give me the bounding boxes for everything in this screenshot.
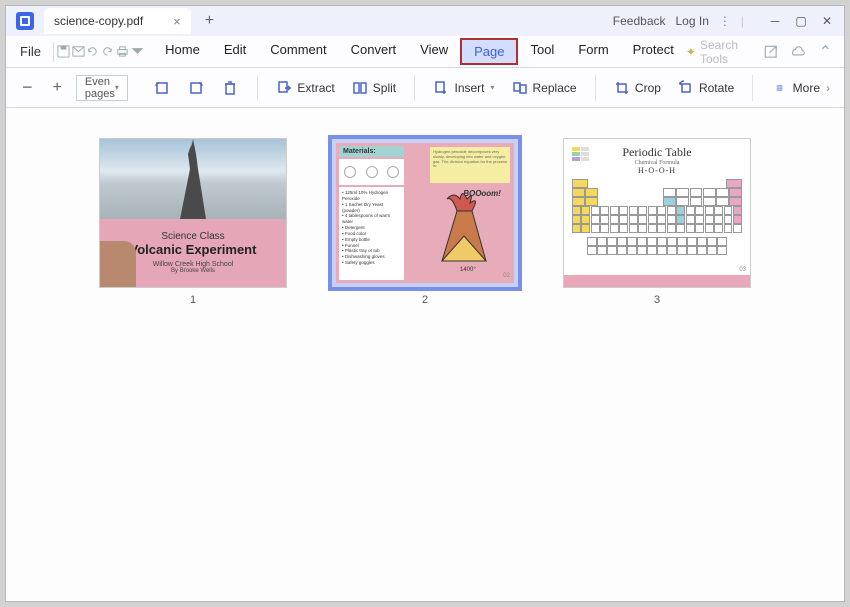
sticky-note: Hydrogen peroxide decomposes very slowly… <box>430 147 510 183</box>
page-thumbnail-2[interactable]: Materials: • 125ml 10% Hydrogen Peroxide… <box>331 138 519 288</box>
page1-author: By Brooke Wells <box>171 268 215 274</box>
rotate-button[interactable]: Rotate <box>673 77 738 99</box>
login-link[interactable]: Log In <box>676 14 709 28</box>
menu-convert[interactable]: Convert <box>339 38 409 65</box>
menu-tool[interactable]: Tool <box>518 38 566 65</box>
delete-page-button[interactable] <box>217 77 243 99</box>
insert-button[interactable]: Insert▾ <box>428 77 498 99</box>
page2-badge: 02 <box>503 273 510 279</box>
replace-button[interactable]: Replace <box>507 77 581 99</box>
collapse-icon[interactable]: ⌃ <box>817 41 834 63</box>
periodic-table-illustration <box>572 179 742 255</box>
tab-title: science-copy.pdf <box>54 14 143 28</box>
menubar: File ⏷ Home Edit Comment Convert View Pa… <box>6 36 844 68</box>
cloud-icon[interactable] <box>789 41 806 63</box>
feedback-link[interactable]: Feedback <box>613 14 666 28</box>
app-window: science-copy.pdf × + Feedback Log In ⋮ |… <box>5 5 845 602</box>
page-filter-dropdown[interactable]: Even pages ▾ <box>76 75 128 101</box>
page1-subtitle: Science Class <box>161 231 224 242</box>
redo-icon[interactable] <box>100 41 115 63</box>
kebab-menu-icon[interactable]: ⋮ <box>719 14 731 28</box>
menu-comment[interactable]: Comment <box>258 38 338 65</box>
menu-edit[interactable]: Edit <box>212 38 258 65</box>
svg-text:1400°: 1400° <box>460 267 476 273</box>
save-icon[interactable] <box>56 41 71 63</box>
extract-button[interactable]: Extract <box>271 77 338 99</box>
document-tab[interactable]: science-copy.pdf × <box>44 8 191 34</box>
dropdown-value: Even pages <box>85 76 115 100</box>
page-number-1: 1 <box>190 294 196 306</box>
more-icon: ≡ <box>771 79 789 97</box>
share-icon[interactable] <box>762 41 779 63</box>
chevron-down-icon: ▾ <box>491 83 495 92</box>
mail-icon[interactable] <box>71 41 86 63</box>
chevron-down-icon: ▾ <box>115 83 119 92</box>
menu-view[interactable]: View <box>408 38 460 65</box>
split-button[interactable]: Split <box>347 77 400 99</box>
page3-title: Periodic Table <box>622 145 691 160</box>
menu-protect[interactable]: Protect <box>621 38 686 65</box>
materials-label: Materials: <box>339 146 404 157</box>
menu-form[interactable]: Form <box>566 38 620 65</box>
menu-page[interactable]: Page <box>460 38 518 65</box>
page3-badge: 03 <box>739 267 746 273</box>
page-thumbnail-1[interactable]: Science Class Volcanic Experiment Willow… <box>99 138 287 288</box>
page3-formula: H-O-O-H <box>638 166 676 175</box>
thumbnail-area: Science Class Volcanic Experiment Willow… <box>6 108 844 601</box>
legend-icon <box>572 147 592 162</box>
zoom-out-button[interactable]: − <box>16 77 39 98</box>
titlebar: science-copy.pdf × + Feedback Log In ⋮ |… <box>6 6 844 36</box>
page1-title: Volcanic Experiment <box>130 242 257 257</box>
rotate-right-button[interactable] <box>183 77 209 99</box>
search-tools-input[interactable]: ✦ Search Tools <box>686 38 752 66</box>
close-icon[interactable]: ✕ <box>816 11 838 31</box>
page-number-2: 2 <box>422 294 428 306</box>
print-icon[interactable] <box>115 41 130 63</box>
expand-menu-icon[interactable]: ⏷ <box>130 41 145 63</box>
more-button[interactable]: ≡More› <box>767 77 834 99</box>
new-tab-icon[interactable]: + <box>205 12 214 30</box>
crop-button[interactable]: Crop <box>609 77 665 99</box>
star-icon: ✦ <box>686 45 696 59</box>
search-placeholder: Search Tools <box>700 38 752 66</box>
menu-home[interactable]: Home <box>153 38 212 65</box>
app-icon <box>16 12 34 30</box>
file-menu[interactable]: File <box>10 44 51 59</box>
page-thumbnail-3[interactable]: Periodic Table Chemical Formula H-O-O-H <box>563 138 751 288</box>
zoom-in-button[interactable]: + <box>47 79 68 97</box>
undo-icon[interactable] <box>85 41 100 63</box>
tab-close-icon[interactable]: × <box>173 14 181 29</box>
volcano-illustration: 1400° <box>422 191 506 277</box>
page-number-3: 3 <box>654 294 660 306</box>
maximize-icon[interactable]: ▢ <box>790 11 812 31</box>
rotate-left-button[interactable] <box>149 77 175 99</box>
minimize-icon[interactable]: ─ <box>764 11 786 31</box>
materials-list: • 125ml 10% Hydrogen Peroxide • 1 Sachet… <box>339 187 404 280</box>
page1-school: Willow Creek High School <box>153 261 234 268</box>
page-toolbar: − + Even pages ▾ Extract Split Insert▾ R… <box>6 68 844 108</box>
